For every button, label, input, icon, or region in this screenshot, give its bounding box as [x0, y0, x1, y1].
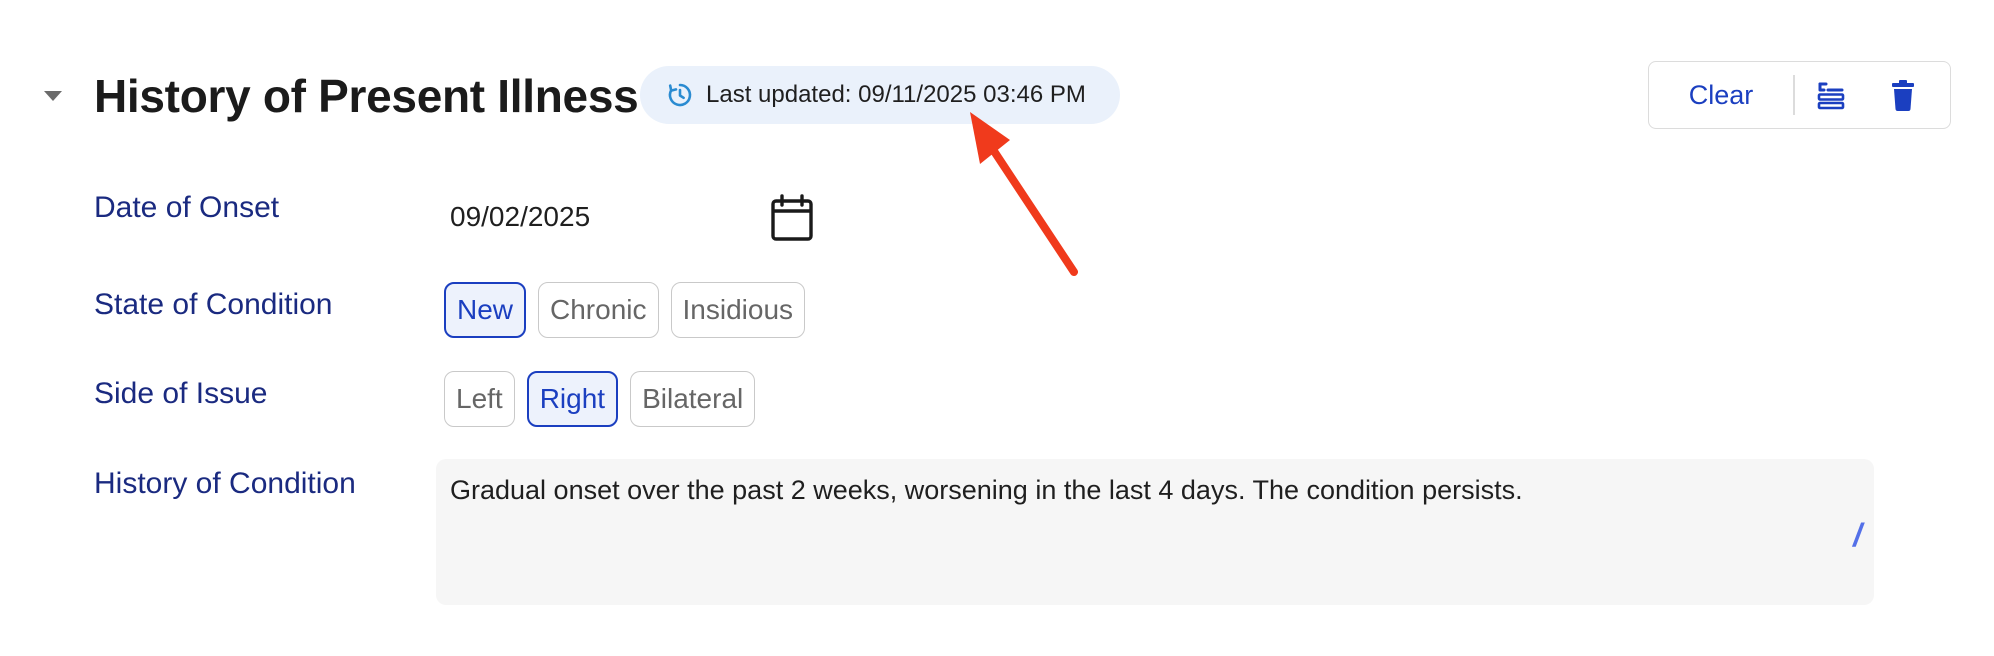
- annotation-arrow-icon: [970, 112, 1078, 276]
- caret-down-icon[interactable]: [42, 88, 64, 104]
- side-of-issue-label: Side of Issue: [94, 377, 268, 410]
- list-template-icon: [1817, 82, 1844, 110]
- side-option-left[interactable]: Left: [444, 371, 515, 427]
- state-option-new[interactable]: New: [444, 282, 527, 338]
- slash-command-button[interactable]: /: [1853, 517, 1862, 554]
- last-updated-badge: Last updated: 09/11/2025 03:46 PM: [640, 66, 1120, 124]
- template-button[interactable]: [1795, 62, 1867, 128]
- side-option-bilateral[interactable]: Bilateral: [630, 371, 756, 427]
- date-of-onset-label: Date of Onset: [94, 191, 280, 224]
- history-of-condition-label: History of Condition: [94, 467, 356, 500]
- calendar-icon[interactable]: [768, 193, 816, 243]
- side-of-issue-options: Left Right Bilateral: [444, 371, 756, 427]
- state-of-condition-options: New Chronic Insidious: [444, 282, 806, 338]
- trash-icon: [1891, 80, 1914, 111]
- date-of-onset-input[interactable]: 09/02/2025: [450, 201, 750, 233]
- state-option-chronic[interactable]: Chronic: [538, 282, 659, 338]
- section-toolbar: Clear: [1648, 61, 1951, 129]
- side-option-right[interactable]: Right: [526, 371, 619, 427]
- clear-button[interactable]: Clear: [1649, 62, 1793, 128]
- state-of-condition-label: State of Condition: [94, 288, 333, 321]
- section-title: History of Present Illness: [94, 70, 639, 122]
- last-updated-text: Last updated: 09/11/2025 03:46 PM: [706, 81, 1086, 108]
- history-of-condition-text: Gradual onset over the past 2 weeks, wor…: [450, 475, 1523, 505]
- delete-button[interactable]: [1867, 62, 1939, 128]
- history-of-condition-textarea[interactable]: Gradual onset over the past 2 weeks, wor…: [436, 459, 1874, 605]
- state-option-insidious[interactable]: Insidious: [670, 282, 806, 338]
- history-clock-icon: [668, 83, 692, 107]
